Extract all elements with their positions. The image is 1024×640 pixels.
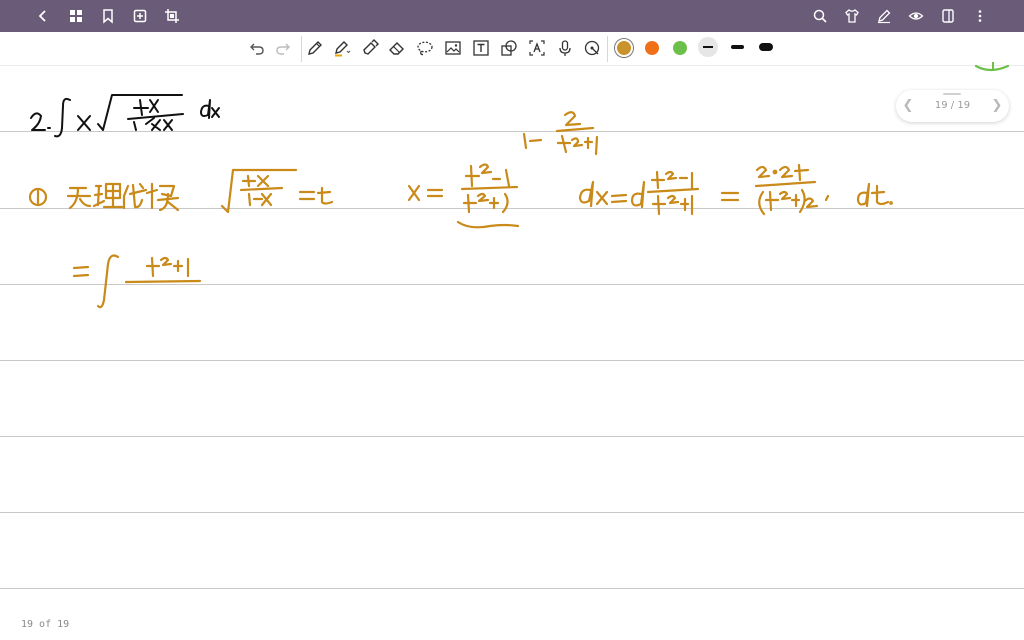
pen-edit-icon[interactable]	[872, 4, 896, 28]
stroke-thick-option[interactable]	[759, 43, 773, 51]
microphone-icon[interactable]	[554, 37, 576, 59]
eye-icon[interactable]	[904, 4, 928, 28]
green-ink-mark	[974, 64, 1010, 72]
crop-icon[interactable]	[160, 4, 184, 28]
ruled-line	[0, 284, 1024, 285]
handwritten-notes	[28, 62, 1010, 309]
pointer-icon[interactable]	[581, 37, 603, 59]
ruled-line	[0, 131, 1024, 132]
undo-icon[interactable]	[246, 37, 268, 59]
highlighter-icon[interactable]	[331, 37, 353, 59]
marker-icon[interactable]	[359, 37, 381, 59]
next-page-icon[interactable]: ❯	[989, 98, 1005, 114]
shirt-icon[interactable]	[840, 4, 864, 28]
color-swatch-green[interactable]	[673, 41, 687, 55]
toolbar-separator	[607, 36, 608, 62]
redo-icon[interactable]	[272, 37, 294, 59]
stroke-medium-option[interactable]	[731, 45, 744, 49]
bookmark-icon[interactable]	[96, 4, 120, 28]
ruled-line	[0, 436, 1024, 437]
back-chevron-icon[interactable]	[31, 4, 55, 28]
toolbar-separator	[301, 36, 302, 62]
pen-icon[interactable]	[304, 37, 326, 59]
text-box-icon[interactable]	[470, 37, 492, 59]
add-page-icon[interactable]	[128, 4, 152, 28]
eraser-icon[interactable]	[386, 37, 408, 59]
lasso-icon[interactable]	[414, 37, 436, 59]
ruled-line	[0, 512, 1024, 513]
page-count: 19 / 19	[934, 100, 971, 111]
more-vertical-icon[interactable]	[968, 4, 992, 28]
image-icon[interactable]	[442, 37, 464, 59]
previous-page-icon[interactable]: ❮	[900, 98, 916, 114]
page-footer: 19 of 19	[21, 619, 70, 630]
drag-handle[interactable]	[943, 93, 961, 95]
page-indicator: ❮ 19 / 19 ❯	[896, 90, 1009, 122]
orange-solution-steps	[28, 111, 893, 309]
grid-icon[interactable]	[64, 4, 88, 28]
text-recognition-icon[interactable]	[526, 37, 548, 59]
ruled-line	[0, 360, 1024, 361]
shapes-icon[interactable]	[498, 37, 520, 59]
search-icon[interactable]	[808, 4, 832, 28]
color-swatch-orange[interactable]	[645, 41, 659, 55]
ruled-line	[0, 588, 1024, 589]
ruled-line	[0, 208, 1024, 209]
top-app-bar	[0, 0, 1024, 32]
color-swatch-gold[interactable]	[617, 41, 631, 55]
stroke-thin-option[interactable]	[703, 46, 713, 48]
page-view-icon[interactable]	[936, 4, 960, 28]
